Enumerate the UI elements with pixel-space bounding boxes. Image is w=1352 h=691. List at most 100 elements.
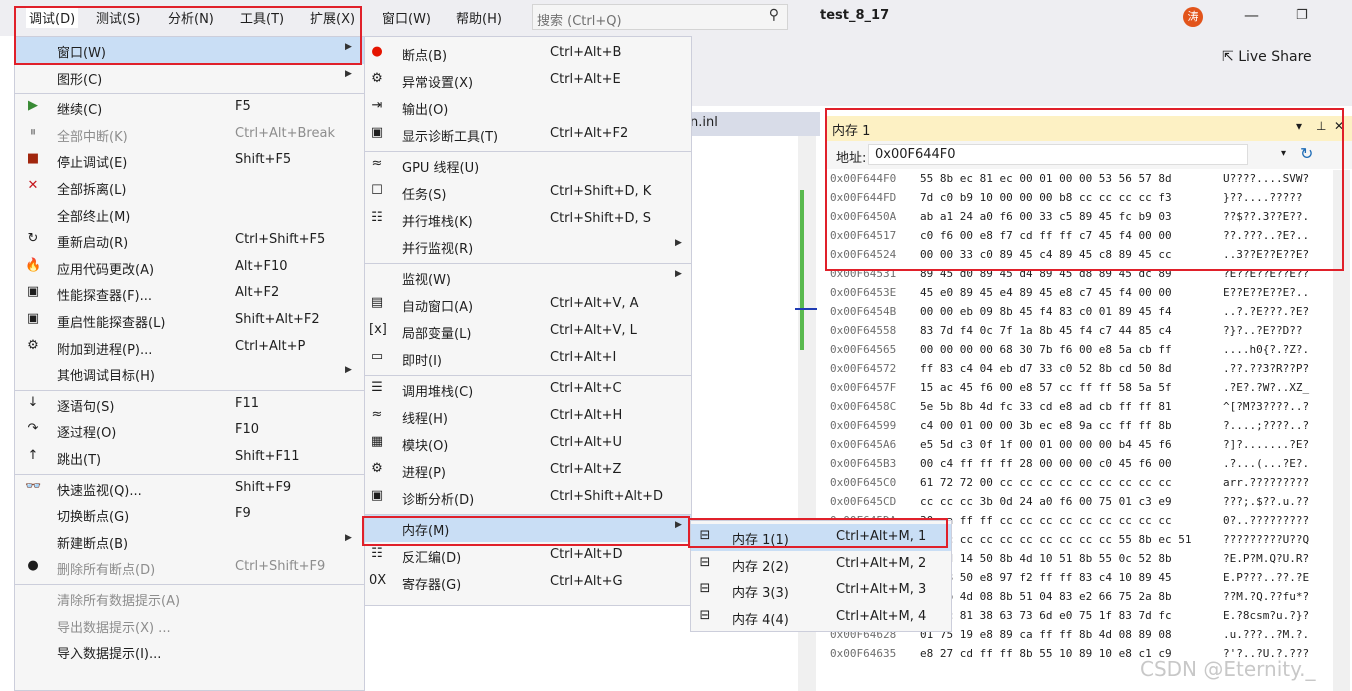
avatar[interactable]: 涛 — [1183, 7, 1203, 27]
menu-item-icon: ▣ — [26, 284, 40, 300]
window-menu-item[interactable]: ⚙ 进程(P) Ctrl+Alt+Z — [365, 457, 691, 484]
window-menu-item[interactable]: ☰ 调用堆栈(C) Ctrl+Alt+C — [365, 376, 691, 403]
window-menu-item[interactable]: ☷ 并行堆栈(K) Ctrl+Shift+D, S — [365, 206, 691, 233]
menu-item-label: 内存 4(4) — [732, 612, 789, 628]
debug-menu-item[interactable]: ✕ 全部拆离(L) — [15, 174, 364, 201]
window-menu-item[interactable]: ▦ 模块(O) Ctrl+Alt+U — [365, 430, 691, 457]
share-icon: ⇱ — [1222, 49, 1239, 65]
scroll-position-marker — [795, 308, 817, 310]
menu-item-shortcut: Shift+F11 — [235, 449, 300, 464]
memory-menu-item[interactable]: ⊟ 内存 3(3) Ctrl+Alt+M, 3 — [691, 577, 951, 604]
debug-menu-item[interactable]: 切换断点(G) F9 — [15, 501, 364, 528]
memory-address: 0x00F64572 — [830, 362, 897, 375]
window-menu-item[interactable]: 监视(W) ▶ — [365, 264, 691, 291]
window-menu-item[interactable]: [x] 局部变量(L) Ctrl+Alt+V, L — [365, 318, 691, 345]
memory-hex: fc 8b 4d 08 8b 51 04 83 e2 66 75 2a 8b — [920, 590, 1172, 603]
memory-menu-item[interactable]: ⊟ 内存 2(2) Ctrl+Alt+M, 2 — [691, 551, 951, 578]
top-menu-item[interactable]: 帮助(H) — [456, 8, 502, 27]
menu-item-shortcut: Shift+Alt+F2 — [235, 312, 320, 327]
debug-menu-item: ● 删除所有断点(D) Ctrl+Shift+F9 — [15, 554, 364, 581]
window-menu-item[interactable]: ≈ GPU 线程(U) — [365, 152, 691, 179]
minimize-icon[interactable]: — — [1244, 6, 1259, 24]
menu-item-label: 输出(O) — [402, 103, 449, 118]
menu-item-shortcut: Ctrl+Alt+M, 2 — [836, 555, 927, 571]
menu-item-shortcut: Ctrl+Alt+E — [550, 72, 621, 87]
live-share-button[interactable]: ⇱ Live Share — [1222, 49, 1312, 65]
chevron-right-icon: ▶ — [345, 532, 352, 543]
window-menu-item[interactable]: ● 断点(B) Ctrl+Alt+B — [365, 40, 691, 67]
debug-menu-item[interactable]: ▶ 继续(C) F5 — [15, 94, 364, 121]
debug-menu-item[interactable]: ↷ 逐过程(O) F10 — [15, 417, 364, 444]
debug-menu-item[interactable]: 新建断点(B) ▶ — [15, 528, 364, 555]
debug-menu-item[interactable]: 图形(C) ▶ — [15, 64, 364, 91]
debug-menu-item[interactable]: 导入数据提示(I)... — [15, 638, 364, 665]
chevron-right-icon: ▶ — [345, 365, 352, 376]
menu-item-shortcut: Ctrl+Alt+B — [550, 45, 622, 60]
debug-menu-item[interactable]: ⚙ 附加到进程(P)... Ctrl+Alt+P — [15, 334, 364, 361]
menu-item-icon: ▭ — [370, 349, 384, 364]
menu-item-icon: ☐ — [371, 183, 383, 198]
debug-menu-item[interactable]: ↓ 逐语句(S) F11 — [15, 391, 364, 418]
debug-menu-item[interactable]: 🔥 应用代码更改(A) Alt+F10 — [15, 254, 364, 281]
menu-item-shortcut: Ctrl+Alt+V, L — [550, 323, 637, 338]
window-menu-item[interactable]: ≈ 线程(H) Ctrl+Alt+H — [365, 403, 691, 430]
menu-item-icon: ▣ — [370, 125, 384, 140]
menu-item-label: 切换断点(G) — [57, 510, 130, 526]
window-menu-item[interactable]: 并行监视(R) ▶ — [365, 233, 691, 260]
window-menu-item[interactable]: ▣ 诊断分析(D) Ctrl+Shift+Alt+D — [365, 484, 691, 511]
menu-item-label: 跳出(T) — [57, 453, 102, 468]
menu-item-label: 性能探查器(F)... — [57, 289, 153, 305]
debug-menu-item[interactable]: 其他调试目标(H) ▶ — [15, 360, 364, 387]
memory-address: 0x00F64599 — [830, 419, 897, 432]
menu-item-label: 导出数据提示(X) ... — [57, 620, 171, 636]
memory-ascii: ?....;????..? — [1223, 419, 1310, 432]
debug-menu: 窗口(W) ▶ 图形(C) ▶ ▶ 继续(C) F5 ⏸ 全部中断(K) Ctrl+Alt+Bre… — [14, 36, 365, 691]
debug-menu-item[interactable]: ▣ 性能探查器(F)... Alt+F2 — [15, 280, 364, 307]
chevron-right-icon: ▶ — [675, 269, 682, 279]
window-menu-item[interactable]: ⚙ 异常设置(X) Ctrl+Alt+E — [365, 67, 691, 94]
memory-ascii: arr.????????? — [1223, 476, 1310, 489]
window-menu-item[interactable]: ⇥ 输出(O) — [365, 94, 691, 121]
menu-item-label: 内存 3(3) — [732, 586, 789, 601]
top-menu-item[interactable]: 窗口(W) — [382, 8, 431, 27]
menu-item-icon: ✕ — [27, 178, 39, 193]
window-menu-item[interactable]: ☷ 反汇编(D) Ctrl+Alt+D — [365, 542, 691, 569]
debug-menu-item[interactable]: ■ 停止调试(E) Shift+F5 — [15, 147, 364, 174]
debug-menu-item[interactable]: 👓 快速监视(Q)... Shift+F9 — [15, 475, 364, 502]
menu-item-icon: ⚙ — [27, 337, 39, 353]
menu-item-icon: ■ — [26, 151, 40, 167]
editor-tab-label: n.inl — [690, 115, 718, 130]
memory-hex: e8 27 cd ff ff 8b 55 10 89 10 e8 c1 c9 — [920, 647, 1172, 660]
menu-item-icon: ⏸ — [29, 124, 37, 140]
menu-item-icon: ↑ — [27, 448, 39, 463]
window-menu-item[interactable]: ▤ 自动窗口(A) Ctrl+Alt+V, A — [365, 291, 691, 318]
search-input[interactable]: 搜索 (Ctrl+Q) ⚲ — [532, 4, 788, 30]
menu-item-shortcut: Ctrl+Shift+D, S — [550, 211, 651, 226]
debug-menu-item[interactable]: 全部终止(M) — [15, 201, 364, 228]
memory-hex: c4 00 01 00 00 3b ec e8 9a cc ff ff 8b — [920, 419, 1172, 432]
window-menu-item[interactable]: 0X 寄存器(G) Ctrl+Alt+G — [365, 569, 691, 596]
menu-item-shortcut: Ctrl+Alt+U — [550, 435, 623, 450]
menu-item-shortcut: Ctrl+Shift+F9 — [235, 559, 326, 575]
memory-menu-item[interactable]: ⊟ 内存 4(4) Ctrl+Alt+M, 4 — [691, 604, 951, 631]
debug-menu-item[interactable]: ↑ 跳出(T) Shift+F11 — [15, 444, 364, 471]
menu-item-icon: 👓 — [25, 478, 42, 494]
debug-menu-item[interactable]: ▣ 重启性能探查器(L) Shift+Alt+F2 — [15, 307, 364, 334]
menu-item-label: 快速监视(Q)... — [57, 483, 142, 499]
menu-item-icon: [x] — [369, 322, 387, 337]
window-menu-item[interactable]: ▭ 即时(I) Ctrl+Alt+I — [365, 345, 691, 372]
menu-item-icon: ↻ — [27, 231, 39, 247]
debug-menu-item[interactable]: ↻ 重新启动(R) Ctrl+Shift+F5 — [15, 227, 364, 254]
menu-item-label: 删除所有断点(D) — [57, 563, 156, 579]
memory-icon: ⊟ — [699, 554, 711, 570]
memory-address: 0x00F64565 — [830, 343, 897, 356]
editor-tab[interactable]: n.inl — [690, 112, 820, 136]
memory-ascii: ?]?.......?E? — [1223, 438, 1310, 451]
restore-icon[interactable]: ❐ — [1296, 8, 1308, 23]
menu-item-shortcut: F11 — [235, 395, 260, 411]
memory-ascii: 0?..????????? — [1223, 514, 1310, 527]
window-menu-item[interactable]: ▣ 显示诊断工具(T) Ctrl+Alt+F2 — [365, 121, 691, 148]
menu-item-label: 逐语句(S) — [57, 399, 115, 415]
window-menu-item[interactable]: ☐ 任务(S) Ctrl+Shift+D, K — [365, 179, 691, 206]
memory-hex: 15 ac 45 f6 00 e8 57 cc ff ff 58 5a 5f — [920, 381, 1172, 394]
